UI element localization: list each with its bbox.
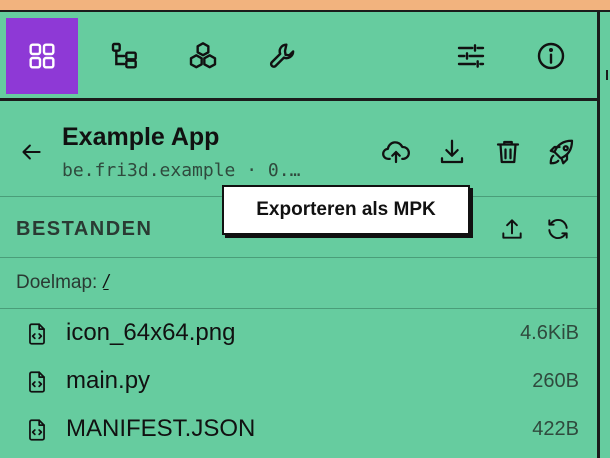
file-name: main.py: [66, 367, 151, 394]
back-button[interactable]: [14, 135, 48, 169]
upload-file-button[interactable]: [494, 211, 530, 247]
download-button[interactable]: [432, 132, 472, 172]
info-button[interactable]: [514, 18, 588, 94]
sliders-icon: [457, 44, 485, 68]
export-tooltip: Exporteren als MPK: [222, 185, 470, 235]
code-file-icon: [29, 419, 45, 441]
file-row[interactable]: MANIFEST.JSON 422B: [0, 409, 597, 457]
tools-button[interactable]: [246, 18, 320, 94]
panel-right-border: [597, 12, 600, 458]
packages-button[interactable]: [166, 18, 240, 94]
tree-icon: [111, 42, 137, 69]
wrench-icon: [269, 43, 295, 68]
file-row[interactable]: main.py 260B: [0, 361, 597, 409]
code-file-icon: [29, 371, 45, 393]
export-button[interactable]: [376, 132, 416, 172]
app-title: Example App: [62, 123, 220, 151]
file-name: icon_64x64.png: [66, 319, 236, 346]
download-icon: [440, 139, 464, 164]
target-folder-link[interactable]: /: [103, 272, 108, 293]
code-file-icon: [29, 323, 45, 345]
main-toolbar: [0, 12, 597, 101]
trash-icon: [496, 140, 520, 164]
file-row[interactable]: icon_64x64.png 4.6KiB: [0, 313, 597, 361]
upload-icon: [502, 219, 522, 239]
app-id-version: be.fri3d.example · 0.…: [62, 160, 301, 181]
panel-edge-mark: [606, 70, 608, 80]
files-title: BESTANDEN: [16, 218, 153, 240]
settings-button[interactable]: [434, 18, 508, 94]
file-size: 260B: [532, 370, 579, 392]
target-folder-label: Doelmap:: [16, 272, 98, 293]
file-list: icon_64x64.png 4.6KiB main.py 260B MANIF…: [0, 313, 597, 457]
grid-icon: [29, 43, 55, 69]
apps-button[interactable]: [6, 18, 78, 94]
boxes-icon: [189, 42, 217, 69]
launch-button[interactable]: [542, 132, 582, 172]
file-size: 422B: [532, 418, 579, 440]
target-folder-row: Doelmap: /: [16, 272, 109, 294]
top-strip: [0, 0, 610, 10]
rocket-icon: [549, 139, 574, 165]
info-icon: [537, 42, 565, 70]
tree-button[interactable]: [88, 18, 162, 94]
target-divider: [0, 308, 597, 309]
files-header-divider: [0, 257, 597, 258]
app-header: Example App be.fri3d.example · 0.…: [0, 101, 597, 196]
delete-button[interactable]: [488, 132, 528, 172]
file-name: MANIFEST.JSON: [66, 415, 256, 442]
cloud-upload-icon: [382, 141, 410, 164]
refresh-button[interactable]: [540, 211, 576, 247]
file-size: 4.6KiB: [520, 322, 579, 344]
arrow-left-icon: [22, 144, 41, 160]
refresh-icon: [548, 219, 568, 239]
